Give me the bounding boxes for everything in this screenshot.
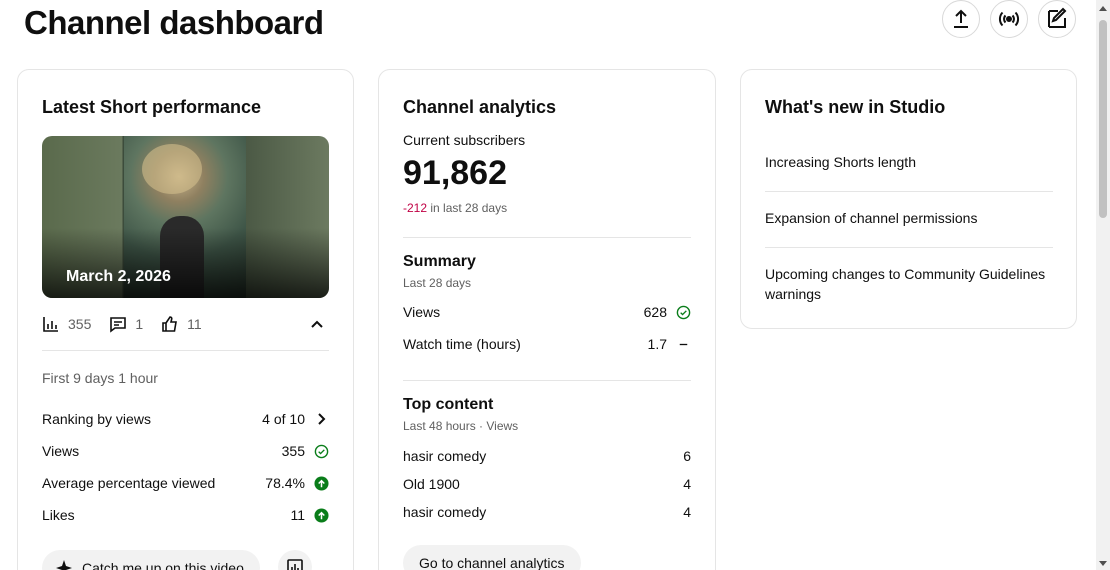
analytics-icon — [287, 559, 303, 570]
metric-label: Ranking by views — [42, 411, 151, 427]
content-title: Old 1900 — [403, 476, 460, 492]
metric-value: 4 of 10 — [262, 411, 305, 427]
catch-me-up-button[interactable]: Catch me up on this video — [42, 550, 260, 570]
whats-new-card: What's new in Studio Increasing Shorts l… — [740, 69, 1077, 329]
summary-value: 628 — [643, 304, 667, 320]
card-title: Latest Short performance — [42, 97, 262, 117]
likes-stat: 11 — [161, 315, 202, 333]
metric-row-ranking[interactable]: Ranking by views 4 of 10 — [42, 408, 329, 430]
summary-row-views: Views 628 — [403, 302, 691, 322]
news-item[interactable]: Upcoming changes to Community Guidelines… — [765, 264, 1053, 304]
arrow-up-circle-icon — [313, 475, 329, 491]
top-content-row[interactable]: Old 1900 4 — [403, 474, 691, 494]
likes-count: 11 — [187, 316, 202, 332]
news-item[interactable]: Expansion of channel permissions — [765, 208, 1053, 228]
chevron-right-icon — [313, 411, 329, 427]
metric-row-avg-viewed: Average percentage viewed 78.4% — [42, 472, 329, 494]
comments-stat: 1 — [109, 315, 143, 333]
divider — [403, 237, 691, 238]
go-live-button[interactable] — [990, 0, 1028, 38]
thumbnail-shade — [42, 228, 329, 298]
summary-value: 1.7 — [647, 336, 667, 352]
top-content-title: Top content — [403, 396, 494, 413]
content-title: hasir comedy — [403, 448, 487, 464]
metric-row-likes: Likes 11 — [42, 504, 329, 526]
analytics-button[interactable] — [278, 550, 312, 570]
upload-button[interactable] — [942, 0, 980, 38]
subscribers-change-value: -212 — [403, 201, 428, 215]
subscribers-label: Current subscribers — [403, 132, 526, 148]
short-stats-row: 355 1 11 — [42, 312, 329, 336]
metric-value: 11 — [290, 507, 305, 523]
content-views: 6 — [683, 448, 691, 464]
comment-icon — [110, 317, 127, 333]
sparkle-icon — [56, 560, 72, 570]
scroll-up-arrow-icon[interactable] — [1099, 6, 1107, 11]
top-content-subtitle: Last 48 hours · Views — [403, 419, 519, 433]
subscribers-change: -212 in last 28 days — [403, 201, 507, 215]
edit-icon — [1048, 7, 1067, 28]
check-circle-icon — [675, 304, 691, 320]
content-views: 4 — [683, 504, 691, 520]
catch-me-up-label: Catch me up on this video — [82, 560, 244, 570]
thumbnail-date: March 2, 2026 — [66, 268, 171, 285]
collapse-button[interactable] — [305, 312, 329, 336]
channel-analytics-card: Channel analytics Current subscribers 91… — [378, 69, 716, 570]
card-title: Channel analytics — [403, 97, 557, 117]
metric-value: 78.4% — [265, 475, 305, 491]
period-label: First 9 days 1 hour — [42, 370, 158, 386]
metric-label: Likes — [42, 507, 75, 523]
scroll-down-arrow-icon[interactable] — [1099, 561, 1107, 566]
card-title: What's new in Studio — [765, 97, 946, 117]
scrollbar-thumb[interactable] — [1099, 20, 1107, 218]
divider — [403, 380, 691, 381]
summary-label: Views — [403, 304, 441, 320]
bar-chart-icon — [43, 317, 58, 332]
metric-row-views: Views 355 — [42, 440, 329, 462]
metric-label: Views — [42, 443, 80, 459]
views-stat: 355 — [42, 315, 91, 333]
content-views: 4 — [683, 476, 691, 492]
chevron-up-icon — [311, 320, 323, 328]
upload-icon — [954, 9, 968, 28]
short-thumbnail[interactable]: March 2, 2026 — [42, 136, 329, 298]
metric-label: Average percentage viewed — [42, 475, 216, 491]
subscribers-change-text: in last 28 days — [430, 201, 508, 215]
broadcast-icon — [998, 11, 1020, 27]
create-post-button[interactable] — [1038, 0, 1076, 38]
arrow-up-circle-icon — [313, 507, 329, 523]
latest-short-card: Latest Short performance March 2, 2026 3… — [17, 69, 354, 570]
go-to-channel-analytics-button[interactable]: Go to channel analytics — [403, 545, 581, 570]
views-count: 355 — [68, 316, 92, 332]
dash-icon — [675, 336, 691, 352]
summary-label: Watch time (hours) — [403, 336, 521, 352]
metric-value: 355 — [281, 443, 305, 459]
page-scrollbar[interactable] — [1096, 0, 1110, 570]
divider — [765, 247, 1053, 248]
top-actions — [942, 0, 1076, 38]
comments-count: 1 — [135, 316, 144, 332]
news-item[interactable]: Increasing Shorts length — [765, 152, 1053, 172]
content-title: hasir comedy — [403, 504, 487, 520]
top-content-row[interactable]: hasir comedy 6 — [403, 446, 691, 466]
subscribers-count: 91,862 — [403, 154, 507, 192]
divider — [42, 350, 329, 351]
check-circle-icon — [313, 443, 329, 459]
page-title: Channel dashboard — [24, 4, 324, 41]
thumbnail-highlight — [142, 144, 202, 194]
summary-subtitle: Last 28 days — [403, 276, 472, 290]
summary-row-watch-time: Watch time (hours) 1.7 — [403, 334, 691, 354]
thumbs-up-icon — [162, 316, 178, 332]
summary-title: Summary — [403, 253, 476, 270]
divider — [765, 191, 1053, 192]
top-content-row[interactable]: hasir comedy 4 — [403, 502, 691, 522]
